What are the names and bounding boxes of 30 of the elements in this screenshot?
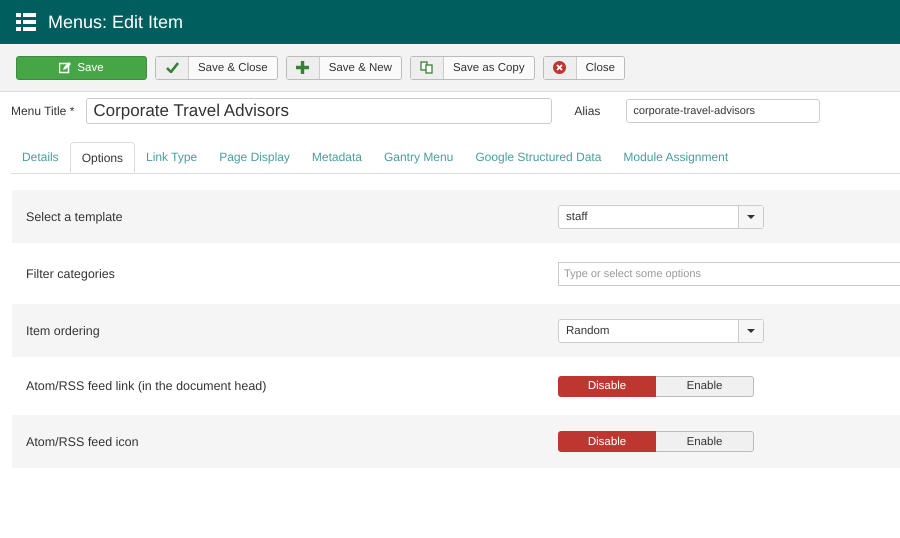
toolbar-button[interactable]: Close bbox=[542, 56, 625, 80]
toolbar-button[interactable]: Save as Copy bbox=[410, 56, 535, 80]
page-title: Menus: Edit Item bbox=[48, 12, 184, 32]
field-label: Atom/RSS feed icon bbox=[25, 434, 140, 448]
tab[interactable]: Options bbox=[70, 142, 136, 173]
toggle-option[interactable]: Enable bbox=[656, 376, 754, 396]
caret-icon bbox=[747, 214, 755, 218]
menu-icon bbox=[16, 13, 36, 31]
dropdown[interactable]: Random bbox=[558, 318, 764, 342]
toolbar-button[interactable]: Save & Close bbox=[155, 56, 278, 80]
toggle-option[interactable]: Disable bbox=[558, 431, 656, 452]
checkmark-icon bbox=[166, 62, 178, 73]
caret-icon bbox=[747, 328, 755, 332]
plus-icon bbox=[296, 61, 310, 74]
menu-title-label: Menu Title * bbox=[11, 104, 74, 118]
field-label: Item ordering bbox=[25, 324, 101, 338]
field-label: Select a template bbox=[25, 210, 124, 224]
field-label: Atom/RSS feed link (in the document head) bbox=[25, 379, 268, 393]
tag-input-field[interactable]: Type or select some options bbox=[558, 262, 900, 286]
toolbar-button[interactable]: Save & New bbox=[286, 56, 402, 80]
toggle-option[interactable]: Disable bbox=[558, 376, 656, 396]
dropdown[interactable]: staff bbox=[558, 204, 764, 228]
copy-icon bbox=[420, 61, 434, 74]
field-label: Filter categories bbox=[25, 266, 116, 280]
alias-label: Alias bbox=[574, 104, 600, 118]
edit-icon bbox=[59, 62, 72, 74]
close-icon bbox=[553, 61, 566, 74]
toggle-option[interactable]: Enable bbox=[656, 431, 754, 452]
menu-title-field[interactable]: Corporate Travel Advisors bbox=[86, 98, 552, 124]
alias-field[interactable]: corporate-travel-advisors bbox=[626, 99, 820, 123]
